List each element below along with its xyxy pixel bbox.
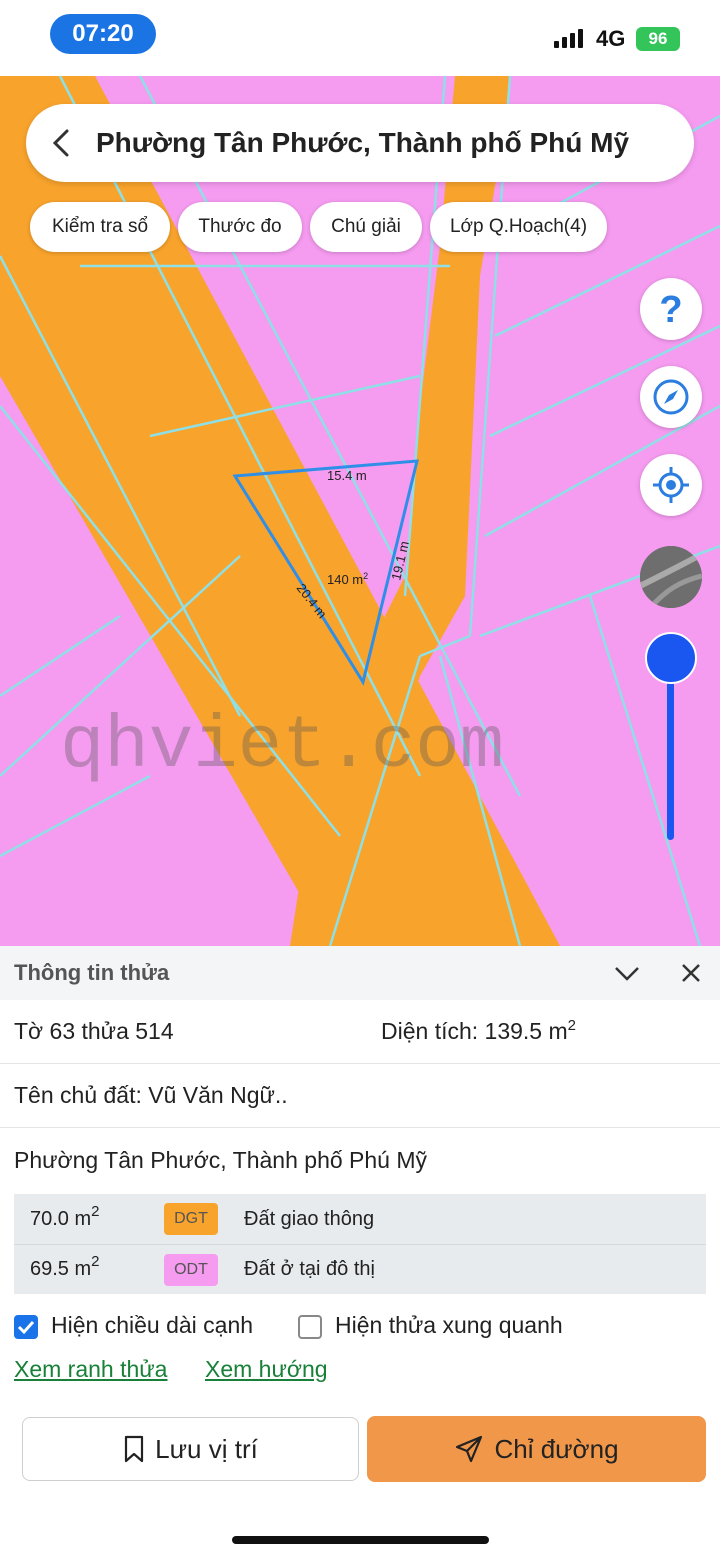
show-neighbors-label[interactable]: Hiện thửa xung quanh [335, 1312, 563, 1339]
parcel-info-panel: Thông tin thửa Tờ 63 thửa 514 Diện tích:… [0, 946, 720, 1559]
directions-label: Chỉ đường [494, 1433, 619, 1464]
land-use-area: 69.5 m2 [30, 1253, 100, 1280]
owner-row: Tên chủ đất: Vũ Văn Ngữ.. [0, 1064, 720, 1128]
locate-icon [653, 467, 689, 503]
view-direction-link[interactable]: Xem hướng [205, 1356, 328, 1383]
land-use-name: Đất giao thông [244, 1207, 375, 1230]
area-label: 140 m2 [327, 571, 368, 587]
parcel-area: Diện tích: 139.5 m2 [381, 1017, 576, 1044]
network-type: 4G [596, 26, 626, 51]
land-use-row: 70.0 m2 DGT Đất giao thông [14, 1194, 706, 1244]
address-row: Phường Tân Phước, Thành phố Phú Mỹ [0, 1128, 720, 1192]
signal-icon [554, 28, 583, 48]
panel-header: Thông tin thửa [0, 946, 720, 1000]
parcel-id-row: Tờ 63 thửa 514 Diện tích: 139.5 m2 [0, 1000, 720, 1064]
land-use-table: 70.0 m2 DGT Đất giao thông 69.5 m2 ODT Đ… [14, 1194, 706, 1294]
land-use-name: Đất ở tại đô thị [244, 1258, 375, 1280]
status-bar: 07:20 4G 96 [0, 0, 720, 76]
parcel-address: Phường Tân Phước, Thành phố Phú Mỹ [14, 1146, 428, 1173]
chip-legend[interactable]: Chú giải [310, 202, 422, 252]
chip-measure[interactable]: Thước đo [178, 202, 302, 252]
location-header[interactable]: Phường Tân Phước, Thành phố Phú Mỹ [26, 104, 694, 182]
bookmark-icon [125, 1435, 144, 1463]
chip-check-certificate[interactable]: Kiểm tra sổ [30, 202, 170, 252]
panel-title: Thông tin thửa [14, 960, 170, 985]
home-indicator [232, 1536, 489, 1544]
compass-button[interactable] [640, 366, 702, 428]
checkmark-icon [17, 1320, 35, 1335]
display-options: Hiện chiều dài cạnh Hiện thửa xung quanh [14, 1310, 706, 1346]
zoom-slider-track[interactable] [667, 660, 674, 840]
help-button[interactable]: ? [640, 278, 702, 340]
chevron-down-icon[interactable] [612, 958, 642, 988]
land-use-area: 70.0 m2 [30, 1202, 100, 1230]
watermark-text: qhviet.com [60, 705, 504, 789]
view-boundary-link[interactable]: Xem ranh thửa [14, 1356, 167, 1383]
save-location-button[interactable]: Lưu vị trí [22, 1417, 359, 1481]
land-use-code-badge: DGT [164, 1203, 218, 1235]
question-icon: ? [659, 289, 682, 329]
send-icon [456, 1435, 483, 1463]
svg-text:?: ? [659, 289, 682, 329]
show-edge-lengths-checkbox[interactable] [14, 1315, 38, 1339]
land-use-row: 69.5 m2 ODT Đất ở tại đô thị [14, 1244, 706, 1294]
base-layer-button[interactable] [640, 546, 702, 608]
show-edge-lengths-label[interactable]: Hiện chiều dài cạnh [51, 1312, 253, 1339]
land-use-code-badge: ODT [164, 1253, 218, 1286]
header-title: Phường Tân Phước, Thành phố Phú Mỹ [96, 127, 630, 158]
my-location-button[interactable] [640, 454, 702, 516]
owner-name: Tên chủ đất: Vũ Văn Ngữ.. [14, 1082, 288, 1108]
battery-icon: 96 [636, 27, 680, 51]
satellite-layer-icon [640, 546, 702, 608]
close-icon[interactable] [676, 958, 706, 988]
directions-button[interactable]: Chỉ đường [367, 1416, 706, 1482]
zoom-slider-thumb[interactable] [645, 632, 697, 684]
save-location-label: Lưu vị trí [155, 1433, 258, 1464]
clock: 07:20 [50, 14, 156, 54]
chip-planning-layers[interactable]: Lớp Q.Hoạch(4) [430, 202, 607, 252]
edge-label-top: 15.4 m [327, 468, 367, 483]
sheet-parcel: Tờ 63 thửa 514 [14, 1018, 174, 1044]
battery-level: 96 [648, 29, 668, 48]
back-icon[interactable] [26, 104, 96, 182]
show-neighbors-checkbox[interactable] [298, 1315, 322, 1339]
compass-icon [653, 379, 689, 415]
